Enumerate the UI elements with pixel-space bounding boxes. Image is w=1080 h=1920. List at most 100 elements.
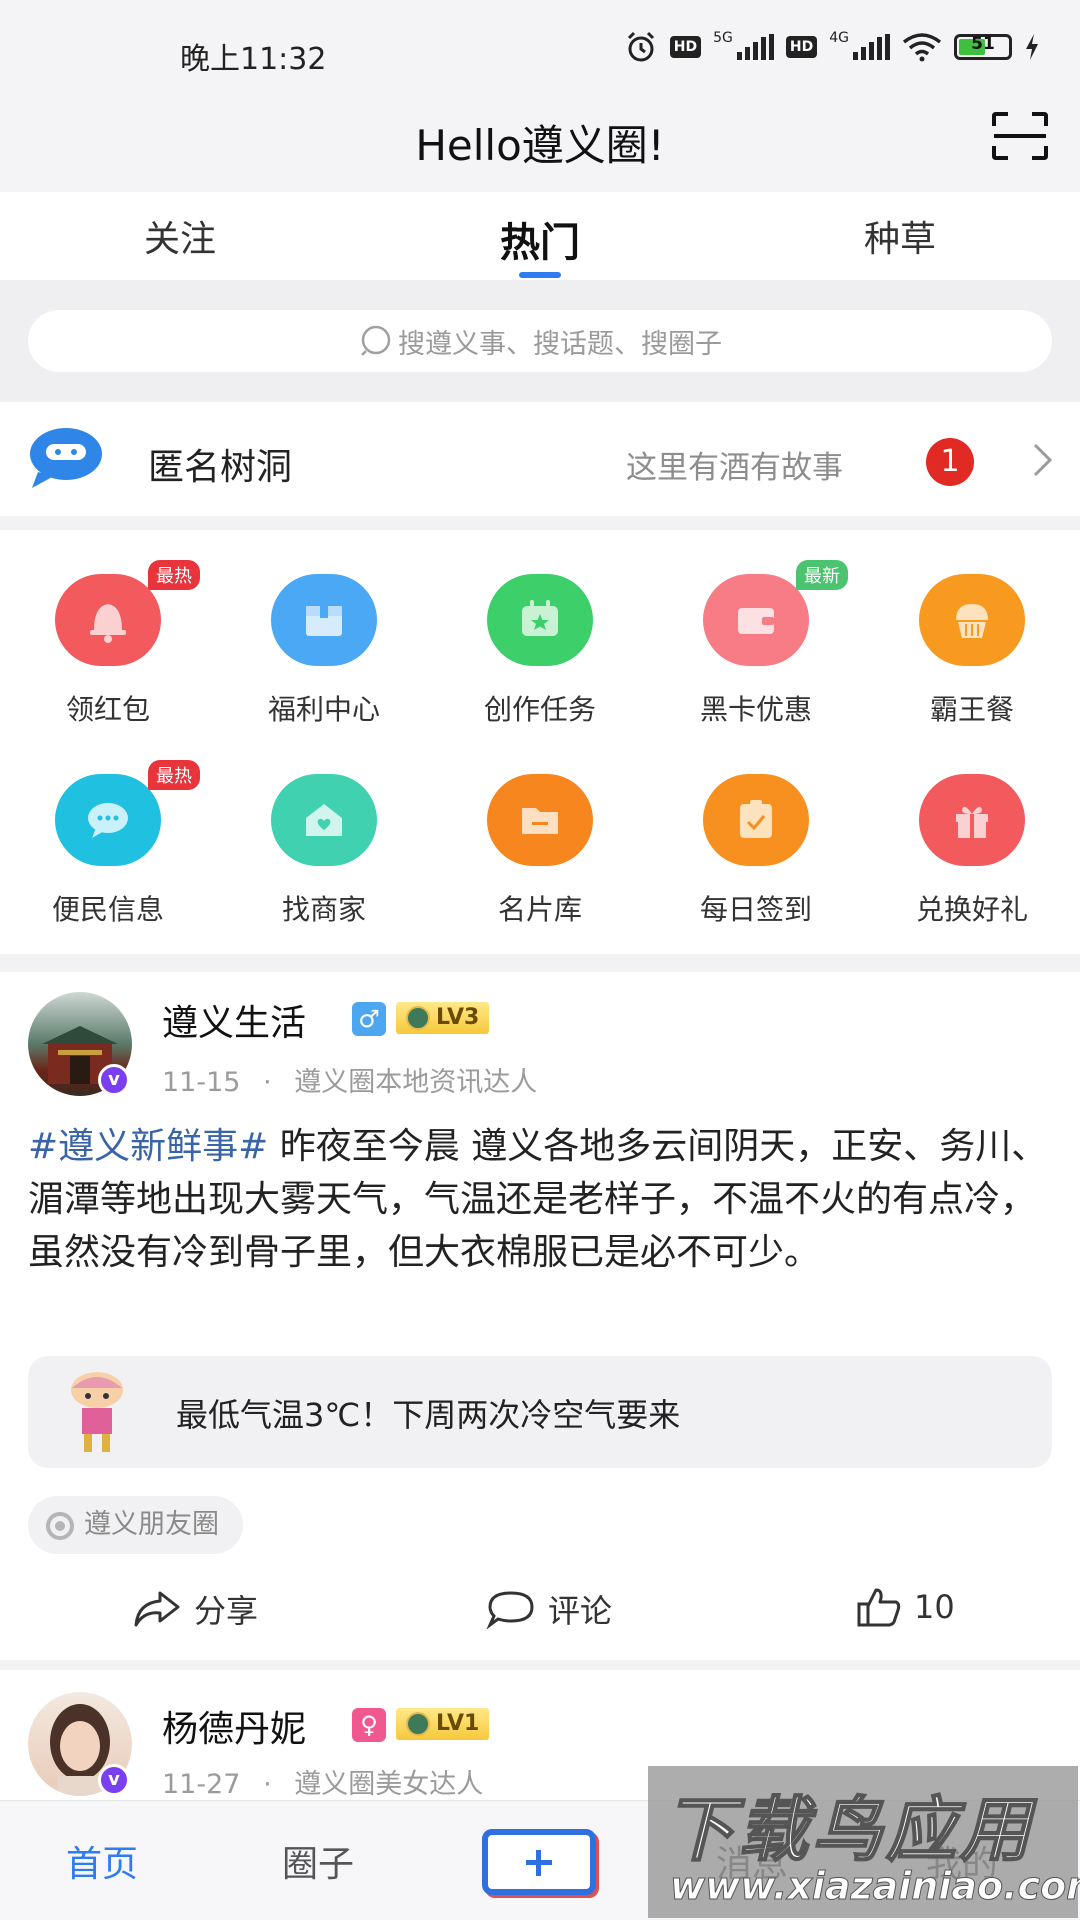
chevron-right-icon <box>1033 443 1053 477</box>
func-label: 领红包 <box>65 693 150 726</box>
share-label: 分享 <box>194 1592 259 1630</box>
hot-tag: 最热 <box>148 560 200 590</box>
level-text: LV1 <box>436 1711 480 1736</box>
post-author[interactable]: 遵义生活 <box>162 994 306 1046</box>
author-role: 遵义圈本地资讯达人 <box>294 1067 538 1098</box>
watermark-url: www.xiazainiao.com <box>670 1864 1080 1909</box>
func-label: 创作任务 <box>483 693 596 726</box>
author-role: 遵义圈美女达人 <box>294 1769 484 1800</box>
signal-icon <box>736 34 774 60</box>
linked-article[interactable]: 最低气温3℃！下周两次冷空气要来 <box>28 1356 1052 1468</box>
page-title: Hello遵义圈! <box>415 121 665 170</box>
status-time: 晚上11:32 <box>180 42 327 77</box>
func-label: 每日签到 <box>699 893 812 926</box>
top-tabs: 关注 热门 种草 <box>0 192 1080 280</box>
comment-icon <box>486 1591 534 1629</box>
search-icon <box>361 325 391 356</box>
func-free-meal[interactable]: 霸王餐 <box>864 574 1080 774</box>
box-icon <box>271 574 377 666</box>
function-grid: 最热 领红包 福利中心 创作任务 最新 黑卡优惠 霸王餐 最热 便民信息 找商家… <box>0 530 1080 954</box>
hashtag-link[interactable]: #遵义新鲜事# <box>28 1126 268 1167</box>
watermark-text: 下载鸟应用 <box>663 1788 1034 1872</box>
func-creation-task[interactable]: 创作任务 <box>432 574 648 774</box>
house-icon <box>271 774 377 866</box>
hot-tag: 最热 <box>148 760 200 790</box>
func-daily-checkin[interactable]: 每日签到 <box>648 774 864 974</box>
share-button[interactable]: 分享 <box>132 1586 258 1632</box>
func-welfare-center[interactable]: 福利中心 <box>216 574 432 774</box>
cupcake-icon <box>919 574 1025 666</box>
wallet-icon <box>703 574 809 666</box>
calendar-icon <box>487 574 593 666</box>
func-find-merchant[interactable]: 找商家 <box>216 774 432 974</box>
func-card-library[interactable]: 名片库 <box>432 774 648 974</box>
signal-icon-2 <box>853 34 890 60</box>
verified-icon: v <box>98 1064 130 1096</box>
network-type-2: 4G <box>829 30 849 46</box>
post-date: 11-15 <box>162 1067 241 1098</box>
post-meta: 11-27 · 遵义圈美女达人 <box>162 1769 484 1800</box>
watermark: 下载鸟应用 www.xiazainiao.com <box>648 1766 1080 1918</box>
post-card[interactable]: v 遵义生活 ♂ LV3 11-15 · 遵义圈本地资讯达人 #遵义新鲜事# 昨… <box>0 972 1080 1660</box>
status-bar: 晚上11:32 HD 5G HD 4G 51 <box>0 0 1080 96</box>
scan-icon[interactable] <box>992 112 1048 160</box>
post-author[interactable]: 杨德丹妮 <box>162 1700 306 1752</box>
post-content: #遵义新鲜事# 昨夜至今晨 遵义各地多云间阴天，正安、务川、湄潭等地出现大雾天气… <box>28 1120 1056 1279</box>
func-label: 霸王餐 <box>929 693 1014 726</box>
treehole-subtitle: 这里有酒有故事 <box>626 450 843 486</box>
hd-icon-2: HD <box>785 36 818 58</box>
nav-home[interactable]: 首页 <box>66 1835 138 1887</box>
post-plus-button[interactable] <box>482 1829 596 1895</box>
verified-icon: v <box>98 1764 130 1796</box>
network-type: 5G <box>713 30 733 46</box>
func-redeem-gift[interactable]: 兑换好礼 <box>864 774 1080 974</box>
post-actions: 分享 评论 10 <box>0 1568 1080 1656</box>
nav-circle[interactable]: 圈子 <box>282 1835 354 1887</box>
chat-bubble-icon <box>30 428 102 488</box>
thumbs-up-icon <box>857 1588 901 1627</box>
level-badge: LV1 <box>396 1708 490 1740</box>
post-meta: 11-15 · 遵义圈本地资讯达人 <box>162 1067 538 1098</box>
func-public-info[interactable]: 最热 便民信息 <box>0 760 216 974</box>
tab-follow[interactable]: 关注 <box>0 192 360 280</box>
func-label: 找商家 <box>281 893 366 926</box>
circle-icon <box>46 1512 74 1540</box>
func-black-card[interactable]: 最新 黑卡优惠 <box>648 560 864 774</box>
linked-article-title: 最低气温3℃！下周两次冷空气要来 <box>176 1396 681 1434</box>
func-label: 便民信息 <box>51 893 164 926</box>
status-icons: HD 5G HD 4G 51 <box>624 30 1040 64</box>
func-label: 福利中心 <box>267 693 380 726</box>
cartoon-thumbnail <box>71 1372 123 1452</box>
search-input[interactable]: 搜遵义事、搜话题、搜圈子 <box>28 310 1052 372</box>
gift-icon <box>919 774 1025 866</box>
search-placeholder: 搜遵义事、搜话题、搜圈子 <box>398 328 722 360</box>
comment-label: 评论 <box>548 1592 613 1630</box>
treehole-title: 匿名树洞 <box>148 447 293 488</box>
share-icon <box>134 1591 180 1627</box>
circle-tag[interactable]: 遵义朋友圈 <box>28 1496 243 1554</box>
battery-icon: 51 <box>954 34 1012 60</box>
func-label: 名片库 <box>497 893 582 926</box>
notification-badge: 1 <box>926 438 974 486</box>
func-red-packet[interactable]: 最热 领红包 <box>0 560 216 774</box>
wifi-icon <box>902 33 942 62</box>
folder-icon <box>487 774 593 866</box>
alarm-icon <box>627 31 654 62</box>
tab-recommend[interactable]: 种草 <box>720 192 1080 280</box>
like-button[interactable]: 10 <box>856 1586 955 1628</box>
female-icon: ♀ <box>352 1708 386 1742</box>
chat-icon <box>55 774 161 866</box>
new-tag: 最新 <box>796 560 848 590</box>
comment-button[interactable]: 评论 <box>486 1586 612 1632</box>
tab-hot[interactable]: 热门 <box>360 192 720 280</box>
anonymous-treehole-row[interactable]: 匿名树洞 这里有酒有故事 1 <box>0 402 1080 516</box>
bell-icon <box>55 574 161 666</box>
app-header: Hello遵义圈! <box>0 96 1080 192</box>
search-section: 搜遵义事、搜话题、搜圈子 <box>0 280 1080 400</box>
post-date: 11-27 <box>162 1769 241 1800</box>
clipboard-check-icon <box>703 774 809 866</box>
male-icon: ♂ <box>352 1002 386 1036</box>
level-text: LV3 <box>436 1005 480 1030</box>
func-label: 黑卡优惠 <box>699 693 812 726</box>
like-count: 10 <box>914 1588 955 1626</box>
